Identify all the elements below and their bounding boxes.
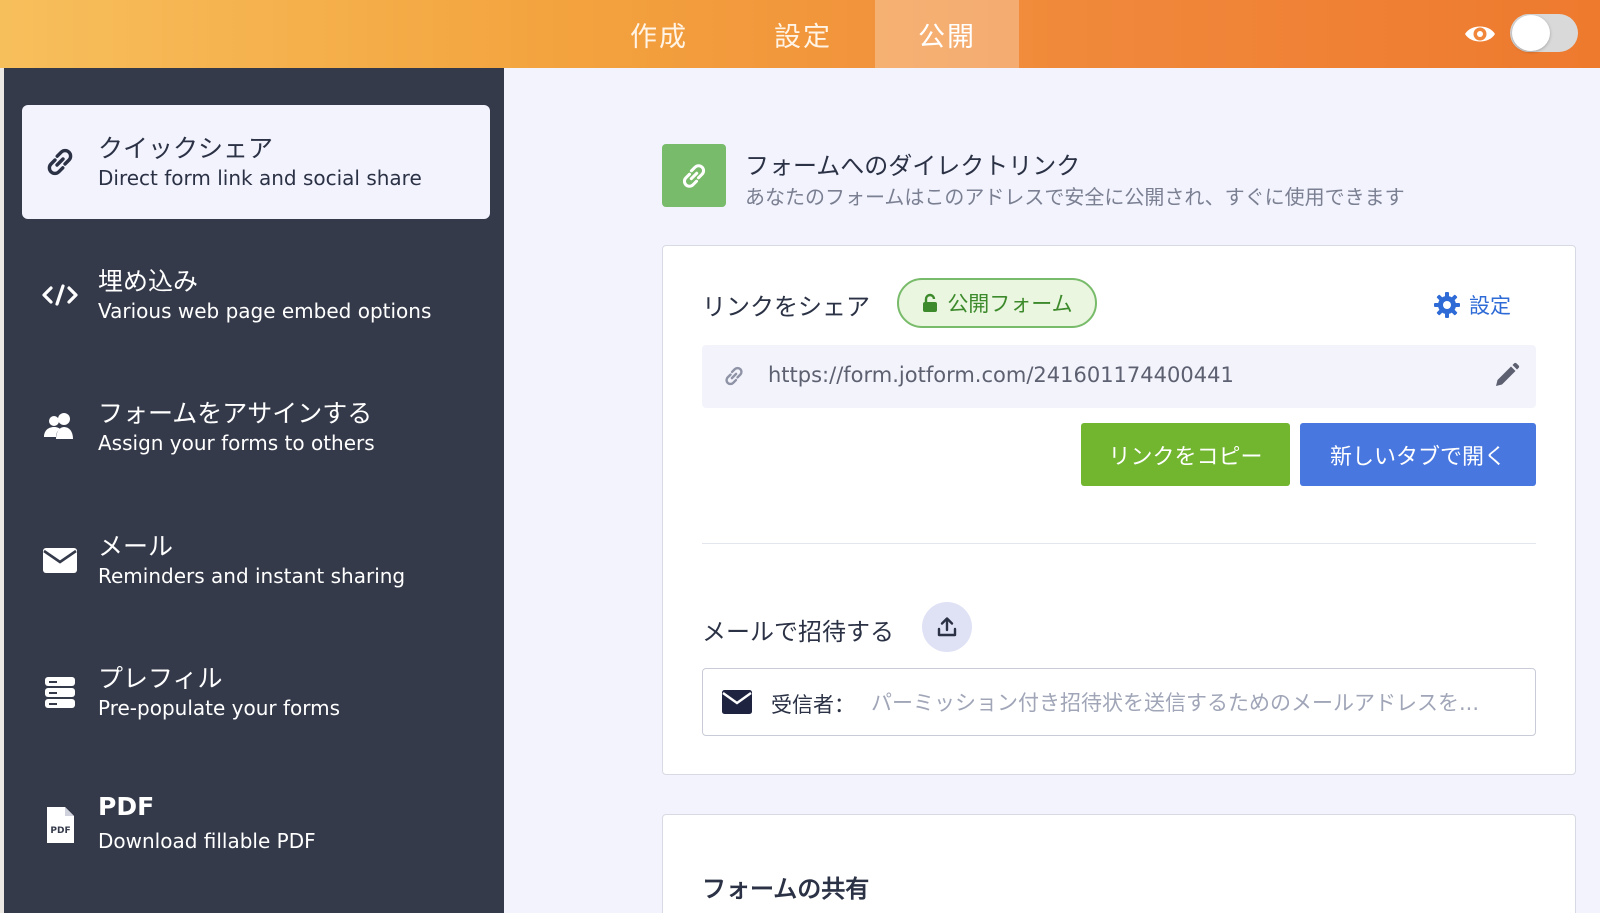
- link-icon: [725, 366, 743, 386]
- recipient-label: 受信者：: [771, 693, 855, 717]
- share-link-card: リンクをシェア 公開フォーム 設定 https://form.jotform.c…: [662, 245, 1576, 775]
- sidebar-item-desc: Reminders and instant sharing: [98, 564, 406, 588]
- tab-publish[interactable]: 公開: [875, 0, 1019, 68]
- publish-sidebar: クイックシェア Direct form link and social shar…: [4, 68, 504, 913]
- sidebar-item-pdf[interactable]: PDF PDF Download fillable PDF: [22, 768, 490, 882]
- sidebar-item-quick-share[interactable]: クイックシェア Direct form link and social shar…: [22, 105, 490, 219]
- open-new-tab-button[interactable]: 新しいタブで開く: [1300, 423, 1536, 486]
- sidebar-item-title: 埋め込み: [98, 267, 199, 296]
- sidebar-item-desc: Download fillable PDF: [98, 829, 316, 853]
- pencil-icon[interactable]: [1492, 362, 1520, 390]
- sidebar-item-title: フォームをアサインする: [98, 399, 373, 428]
- public-form-badge-label: 公開フォーム: [947, 292, 1073, 316]
- code-icon: [42, 284, 78, 306]
- sidebar-item-prefill[interactable]: プレフィル Pre-populate your forms: [22, 635, 490, 749]
- page-subtitle: あなたのフォームはこのアドレスで安全に公開され、すぐに使用できます: [745, 185, 1405, 209]
- tab-create[interactable]: 作成: [587, 0, 731, 68]
- upload-contacts-button[interactable]: [922, 602, 972, 652]
- invite-by-email-label: メールで招待する: [702, 618, 894, 646]
- recipient-field[interactable]: 受信者：: [702, 668, 1536, 736]
- sidebar-item-title: PDF: [98, 792, 155, 821]
- unlock-icon: [923, 293, 938, 312]
- public-form-badge[interactable]: 公開フォーム: [897, 278, 1097, 328]
- form-sharing-title: フォームの共有: [702, 875, 870, 903]
- page-title: フォームへのダイレクトリンク: [745, 152, 1081, 180]
- link-icon: [682, 163, 706, 188]
- sidebar-item-embed[interactable]: 埋め込み Various web page embed options: [22, 238, 490, 352]
- share-settings-link[interactable]: 設定: [1433, 290, 1511, 320]
- share-link-label: リンクをシェア: [702, 293, 870, 321]
- form-url-field[interactable]: https://form.jotform.com/241601174400441: [702, 345, 1536, 408]
- users-icon: [44, 413, 73, 439]
- toggle-knob: [1512, 15, 1550, 51]
- link-icon: [47, 148, 73, 176]
- form-sharing-card: フォームの共有: [662, 814, 1576, 913]
- sidebar-item-assign[interactable]: フォームをアサインする Assign your forms to others: [22, 370, 490, 484]
- recipient-email-input[interactable]: [871, 681, 1521, 725]
- sidebar-item-desc: Direct form link and social share: [98, 166, 422, 190]
- tab-settings[interactable]: 設定: [731, 0, 875, 68]
- gear-icon: [1434, 292, 1460, 318]
- sidebar-item-title: クイックシェア: [98, 134, 274, 163]
- upload-icon: [937, 617, 957, 637]
- sidebar-item-title: メール: [98, 532, 174, 561]
- share-settings-label: 設定: [1469, 294, 1511, 318]
- envelope-icon: [43, 548, 77, 573]
- envelope-icon: [722, 690, 752, 714]
- svg-text:PDF: PDF: [50, 826, 70, 836]
- section-divider: [702, 543, 1536, 544]
- sidebar-item-desc: Various web page embed options: [98, 299, 432, 323]
- preview-toggle[interactable]: [1510, 14, 1578, 52]
- form-url-text[interactable]: https://form.jotform.com/241601174400441: [768, 363, 1234, 387]
- copy-link-button[interactable]: リンクをコピー: [1081, 423, 1290, 486]
- direct-link-icon-box: [662, 144, 726, 207]
- sidebar-item-title: プレフィル: [98, 664, 223, 693]
- top-navigation-bar: 作成 設定 公開: [0, 0, 1600, 68]
- sidebar-item-desc: Pre-populate your forms: [98, 696, 341, 720]
- pdf-file-icon: PDF: [47, 807, 74, 843]
- eye-icon[interactable]: [1463, 18, 1497, 50]
- sidebar-item-email[interactable]: メール Reminders and instant sharing: [22, 503, 490, 617]
- stack-icon: [45, 677, 75, 708]
- sidebar-item-desc: Assign your forms to others: [98, 431, 375, 455]
